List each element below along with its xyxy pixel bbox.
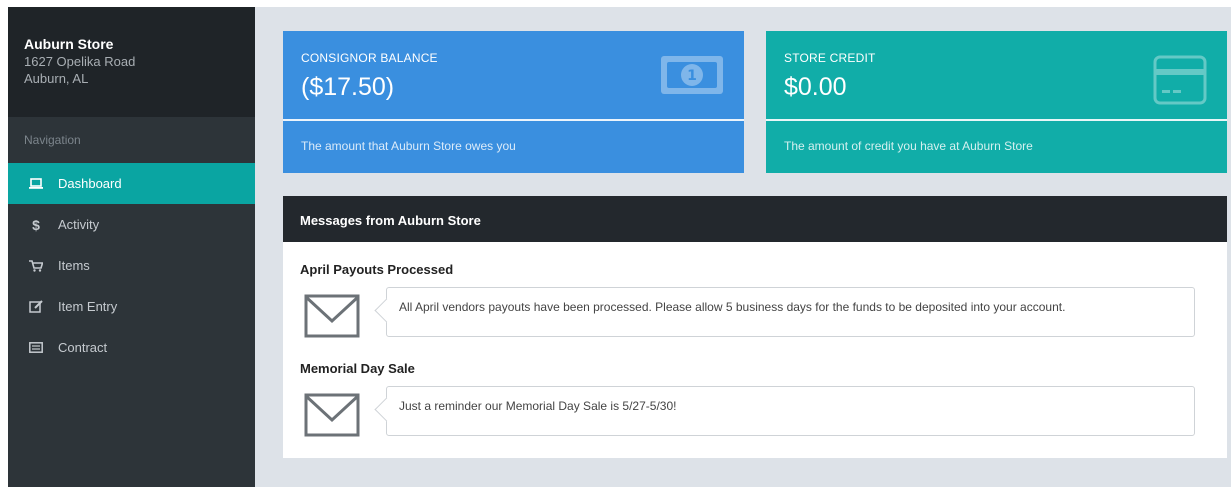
- messages-header: Messages from Auburn Store: [283, 196, 1227, 242]
- message-body: All April vendors payouts have been proc…: [386, 287, 1195, 337]
- sidebar-item-activity[interactable]: $ Activity: [8, 204, 255, 245]
- message-row: All April vendors payouts have been proc…: [300, 287, 1210, 341]
- store-address-line1: 1627 Opelika Road: [24, 54, 136, 69]
- card-description: The amount that Auburn Store owes you: [301, 139, 516, 153]
- message-title: April Payouts Processed: [300, 262, 454, 277]
- message-item: Memorial Day Sale Just a reminder our Me…: [283, 341, 1227, 440]
- card-description: The amount of credit you have at Auburn …: [784, 139, 1033, 153]
- credit-card-icon: [1153, 53, 1207, 112]
- money-icon: 1: [660, 53, 724, 102]
- card-label: STORE CREDIT: [784, 51, 876, 65]
- sidebar-item-label: Dashboard: [58, 176, 122, 191]
- summary-cards: CONSIGNOR BALANCE ($17.50) 1 The amount …: [283, 31, 1231, 173]
- sidebar-item-contract[interactable]: Contract: [8, 327, 255, 368]
- consignor-balance-card: CONSIGNOR BALANCE ($17.50) 1 The amount …: [283, 31, 744, 173]
- sidebar-item-label: Activity: [58, 217, 100, 232]
- store-credit-card: STORE CREDIT $0.00 The amount of credit …: [766, 31, 1227, 173]
- dollar-icon: $: [32, 216, 40, 233]
- messages-panel: Messages from Auburn Store April Payouts…: [283, 196, 1227, 458]
- main-content: CONSIGNOR BALANCE ($17.50) 1 The amount …: [255, 7, 1231, 487]
- sidebar-item-label: Items: [58, 258, 90, 273]
- envelope-icon: [300, 390, 364, 440]
- cart-icon: [26, 259, 46, 272]
- store-address-line2: Auburn, AL: [24, 71, 89, 86]
- list-icon: [26, 342, 46, 353]
- nav-title: Navigation: [24, 133, 81, 147]
- sidebar-item-items[interactable]: Items: [8, 245, 255, 286]
- sidebar: Auburn Store 1627 Opelika Road Auburn, A…: [8, 7, 255, 487]
- laptop-icon: [26, 178, 46, 189]
- store-credit-value: $0.00: [784, 73, 847, 101]
- app-window: Auburn Store 1627 Opelika Road Auburn, A…: [8, 7, 1231, 487]
- edit-icon: [26, 300, 46, 313]
- store-header: Auburn Store 1627 Opelika Road Auburn, A…: [8, 7, 255, 117]
- sidebar-item-label: Item Entry: [58, 299, 118, 314]
- message-row: Just a reminder our Memorial Day Sale is…: [300, 386, 1210, 440]
- sidebar-item-dashboard[interactable]: Dashboard: [8, 163, 255, 204]
- message-body: Just a reminder our Memorial Day Sale is…: [386, 386, 1195, 436]
- svg-text:1: 1: [687, 68, 697, 84]
- card-top: STORE CREDIT $0.00: [766, 31, 1227, 119]
- message-item: April Payouts Processed All April vendor…: [283, 242, 1227, 341]
- message-title: Memorial Day Sale: [300, 361, 415, 376]
- sidebar-item-item-entry[interactable]: Item Entry: [8, 286, 255, 327]
- store-name: Auburn Store: [24, 36, 114, 52]
- envelope-icon: [300, 291, 364, 341]
- nav-list: Dashboard $ Activity Items Item Entry Co…: [8, 163, 255, 368]
- card-top: CONSIGNOR BALANCE ($17.50) 1: [283, 31, 744, 119]
- sidebar-item-label: Contract: [58, 340, 108, 355]
